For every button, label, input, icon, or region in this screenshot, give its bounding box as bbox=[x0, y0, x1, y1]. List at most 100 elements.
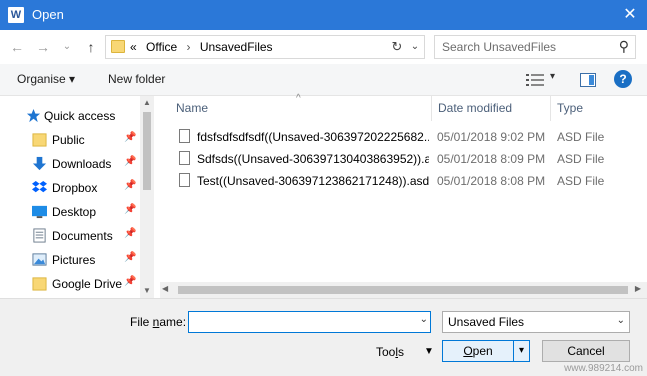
folder-icon bbox=[111, 40, 125, 53]
desktop-icon bbox=[32, 205, 47, 219]
sidebar-item-label: Desktop bbox=[52, 205, 97, 219]
forward-arrow-icon[interactable]: → bbox=[34, 38, 52, 56]
search-icon[interactable]: ⚲ bbox=[619, 38, 629, 55]
chevron-down-icon[interactable]: ⌄ bbox=[408, 38, 422, 56]
sidebar-item-public[interactable]: Public 📌 bbox=[0, 128, 140, 152]
up-arrow-icon[interactable]: ↑ bbox=[82, 38, 100, 56]
pin-icon: 📌 bbox=[124, 156, 137, 167]
scroll-down-icon[interactable]: ▼ bbox=[140, 284, 154, 298]
column-header-name[interactable]: Name bbox=[170, 96, 432, 121]
file-name-label: File name: bbox=[130, 315, 187, 329]
file-date: 05/01/2018 8:09 PM bbox=[437, 152, 546, 166]
organise-button[interactable]: Organise ▾ bbox=[17, 72, 75, 86]
file-name: Test((Unsaved-306397123862171248)).asd bbox=[197, 174, 429, 188]
file-type: ASD File bbox=[557, 152, 605, 166]
file-name-input[interactable]: ⌄ bbox=[188, 311, 431, 333]
word-app-icon: W bbox=[8, 7, 24, 23]
sidebar-item-downloads[interactable]: Downloads 📌 bbox=[0, 152, 140, 176]
sidebar-item-pictures[interactable]: Pictures 📌 bbox=[0, 248, 140, 272]
sidebar-item-label: Public bbox=[52, 133, 85, 147]
scroll-right-icon[interactable]: ▶ bbox=[635, 284, 641, 293]
chevron-down-icon[interactable]: ⌄ bbox=[420, 314, 428, 325]
sidebar-item-label: Downloads bbox=[52, 157, 112, 171]
list-item[interactable]: Sdfsds((Unsaved-306397130403863952)).a..… bbox=[175, 148, 635, 170]
breadcrumb-unsavedfiles[interactable]: UnsavedFiles bbox=[200, 40, 273, 54]
scrollbar-thumb[interactable] bbox=[178, 286, 628, 294]
back-arrow-icon[interactable]: ← bbox=[8, 38, 26, 56]
search-input[interactable]: Search UnsavedFiles bbox=[442, 40, 556, 54]
cancel-button[interactable]: Cancel bbox=[542, 340, 630, 362]
chevron-right-icon[interactable]: › bbox=[187, 40, 191, 54]
sidebar-item-quick-access[interactable]: Quick access bbox=[0, 104, 140, 128]
column-header-label: Name bbox=[176, 101, 209, 115]
column-header-type[interactable]: Type bbox=[551, 96, 647, 121]
scrollbar-thumb[interactable] bbox=[143, 112, 151, 190]
pin-icon: 📌 bbox=[124, 276, 137, 287]
list-item[interactable]: fdsfsdfsdfsdf((Unsaved-306397202225682..… bbox=[175, 126, 635, 148]
file-name: Sdfsds((Unsaved-306397130403863952)).a..… bbox=[197, 152, 429, 166]
caret-down-icon: ▼ bbox=[424, 346, 434, 357]
file-date: 05/01/2018 9:02 PM bbox=[437, 130, 546, 144]
open-button[interactable]: Open ▾ bbox=[442, 340, 530, 362]
folder-icon bbox=[32, 133, 47, 147]
title-bar: W Open ✕ bbox=[0, 0, 647, 30]
column-header-label: Type bbox=[557, 101, 584, 115]
scroll-up-icon[interactable]: ▲ bbox=[140, 96, 154, 110]
help-icon[interactable]: ? bbox=[614, 70, 632, 88]
command-bar: Organise ▾ New folder ▾ ? bbox=[0, 64, 647, 96]
dialog-footer: File name: ⌄ Unsaved Files ⌄ Tools ▼ Open… bbox=[0, 298, 647, 376]
navigation-pane: Quick access Public 📌 Downloads 📌 Dropbo… bbox=[0, 96, 154, 298]
file-name: fdsfsdfsdfsdf((Unsaved-306397202225682..… bbox=[197, 130, 429, 144]
pin-icon: 📌 bbox=[124, 132, 137, 143]
file-icon bbox=[179, 129, 190, 143]
sidebar-item-label: Dropbox bbox=[52, 181, 98, 195]
folder-icon bbox=[32, 277, 47, 291]
file-list: ^ Name Date modified Type fdsfsdfsdfsdf(… bbox=[160, 93, 647, 282]
chevron-down-icon[interactable]: ⌄ bbox=[617, 315, 625, 326]
sidebar-item-desktop[interactable]: Desktop 📌 bbox=[0, 200, 140, 224]
new-folder-button[interactable]: New folder bbox=[108, 72, 165, 86]
sidebar-item-label: Quick access bbox=[44, 109, 116, 123]
search-box[interactable]: Search UnsavedFiles ⚲ bbox=[434, 35, 636, 59]
sidebar-item-documents[interactable]: Documents 📌 bbox=[0, 224, 140, 248]
view-details-icon[interactable] bbox=[526, 73, 544, 87]
file-icon bbox=[179, 151, 190, 165]
column-header-date[interactable]: Date modified bbox=[432, 96, 551, 121]
breadcrumb-overflow[interactable]: « bbox=[130, 40, 137, 54]
address-bar[interactable]: « Office › UnsavedFiles ↻ ⌄ bbox=[105, 35, 425, 59]
pictures-icon bbox=[32, 253, 47, 266]
open-options-icon[interactable]: ▾ bbox=[513, 341, 529, 361]
file-icon bbox=[179, 173, 190, 187]
sidebar-item-label: Pictures bbox=[52, 253, 96, 267]
breadcrumb: « Office › UnsavedFiles bbox=[130, 40, 279, 54]
preview-pane-icon[interactable] bbox=[580, 73, 596, 87]
file-type-select[interactable]: Unsaved Files ⌄ bbox=[442, 311, 630, 333]
column-header-label: Date modified bbox=[438, 101, 513, 115]
open-button-label: Open bbox=[463, 344, 493, 358]
list-item[interactable]: Test((Unsaved-306397123862171248)).asd 0… bbox=[175, 170, 635, 192]
pin-icon: 📌 bbox=[124, 228, 137, 239]
pin-icon: 📌 bbox=[124, 180, 137, 191]
file-type: ASD File bbox=[557, 174, 605, 188]
tools-menu-button[interactable]: Tools ▼ bbox=[376, 345, 434, 359]
scroll-left-icon[interactable]: ◀ bbox=[162, 284, 168, 293]
star-icon bbox=[26, 108, 41, 123]
sidebar-item-label: Documents bbox=[52, 229, 113, 243]
breadcrumb-office[interactable]: Office bbox=[146, 40, 177, 54]
file-type: ASD File bbox=[557, 130, 605, 144]
pin-icon: 📌 bbox=[124, 252, 137, 263]
navigation-bar: ← → ⌄ ↑ « Office › UnsavedFiles ↻ ⌄ Sear… bbox=[0, 30, 647, 64]
view-dropdown-icon[interactable]: ▾ bbox=[550, 71, 555, 82]
watermark: www.989214.com bbox=[564, 363, 643, 374]
horizontal-scrollbar[interactable]: ◀ ▶ bbox=[160, 282, 647, 298]
sidebar-item-label: Google Drive bbox=[52, 277, 123, 291]
sidebar-item-google-drive[interactable]: Google Drive 📌 bbox=[0, 272, 140, 296]
sidebar-item-dropbox[interactable]: Dropbox 📌 bbox=[0, 176, 140, 200]
download-icon bbox=[32, 156, 47, 171]
recent-locations-icon[interactable]: ⌄ bbox=[58, 38, 76, 56]
close-icon[interactable]: ✕ bbox=[613, 0, 647, 30]
dropbox-icon bbox=[32, 180, 47, 193]
window-title: Open bbox=[32, 7, 64, 22]
sidebar-scrollbar[interactable]: ▲ ▼ bbox=[140, 96, 154, 298]
refresh-icon[interactable]: ↻ bbox=[388, 38, 406, 56]
